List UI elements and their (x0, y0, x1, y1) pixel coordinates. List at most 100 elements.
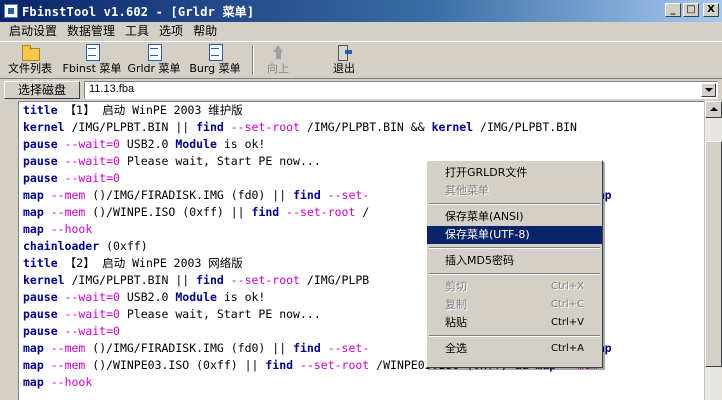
code-token: find (251, 205, 280, 219)
menu-options[interactable]: 选项 (154, 23, 188, 40)
menu-separator (429, 203, 600, 205)
code-token: WinPE 2003 (125, 256, 209, 270)
code-token: 维护版 (208, 103, 243, 117)
disk-value: 11.13.fba (89, 83, 135, 95)
code-token: --wait=0 (64, 290, 120, 304)
code-line[interactable]: title 【1】 启动 WinPE 2003 维护版 (19, 102, 704, 119)
code-token: kernel (23, 120, 65, 134)
code-token: /IMG/PLPBT.BIN || (64, 120, 197, 134)
code-line[interactable]: kernel /IMG/PLPBT.BIN || find --set-root… (19, 119, 704, 136)
context-menu-item: 其他菜单 (427, 182, 602, 200)
file-list-label: 文件列表 (8, 62, 52, 75)
fbinst-menu-button[interactable]: Fbinst 菜单 (60, 42, 124, 78)
select-disk-button[interactable]: 选择磁盘 (4, 81, 80, 99)
code-token: 【1】 启动 (64, 103, 126, 117)
code-token: map (23, 341, 44, 355)
code-token: USB2.0 (119, 290, 176, 304)
code-token: (0xff) (99, 239, 148, 253)
burg-menu-label: Burg 菜单 (189, 62, 241, 75)
context-menu-item[interactable]: 保存菜单(UTF-8) (427, 226, 602, 244)
close-button[interactable]: X (703, 3, 719, 17)
file-list-button[interactable]: 文件列表 (0, 42, 60, 78)
code-token: kernel (23, 273, 65, 287)
code-token: ()/IMG/FIRADISK.IMG (fd0) || (85, 341, 294, 355)
up-label: 向上 (267, 62, 289, 75)
code-token: kernel (431, 120, 474, 134)
title-bar[interactable]: FbinstTool v1.602 - [Grldr 菜单] _ □ X (0, 0, 722, 22)
code-token: --set-root (286, 205, 356, 219)
context-menu-item-label: 全选 (445, 342, 467, 355)
code-token: 网络版 (208, 256, 243, 270)
code-token: ()/IMG/FIRADISK.IMG (fd0) || (85, 188, 294, 202)
code-token: /IMG/PLPBT.BIN (473, 120, 577, 134)
code-token: --mem (50, 341, 86, 355)
maximize-button[interactable]: □ (683, 3, 699, 17)
code-token: pause (23, 324, 58, 338)
code-token: map (23, 188, 44, 202)
code-token: --wait=0 (64, 154, 120, 168)
document-icon (145, 44, 163, 61)
code-token: pause (23, 290, 58, 304)
chevron-down-icon[interactable] (701, 83, 716, 97)
minimize-button[interactable]: _ (665, 3, 681, 17)
exit-button[interactable]: 退出 (314, 42, 374, 78)
menu-data-management[interactable]: 数据管理 (62, 23, 120, 40)
code-line[interactable]: pause --wait=0 USB2.0 Module is ok! (19, 136, 704, 153)
code-token: --set-root (300, 358, 370, 372)
code-token: --set-root (230, 273, 300, 287)
code-token: Please wait, Start PE now... (119, 154, 321, 168)
context-menu-item[interactable]: 粘贴 Ctrl+V (427, 314, 602, 332)
code-line[interactable]: map --hook (19, 374, 704, 391)
code-token: --set- (327, 341, 370, 355)
code-token: --set- (327, 188, 370, 202)
code-token: is ok! (216, 290, 266, 304)
context-menu-item[interactable]: 插入MD5密码 (427, 252, 602, 270)
code-token: --mem (50, 188, 86, 202)
code-token: --mem (50, 358, 86, 372)
code-token: pause (23, 137, 58, 151)
context-menu-item: 复制 Ctrl+C (427, 296, 602, 314)
code-token: find (196, 273, 224, 287)
up-button[interactable]: 向上 (260, 42, 296, 78)
menu-tools[interactable]: 工具 (120, 23, 154, 40)
context-menu-shortcut: Ctrl+V (550, 317, 584, 328)
menu-boot-settings[interactable]: 启动设置 (4, 23, 62, 40)
grldr-menu-button[interactable]: Grldr 菜单 (124, 42, 184, 78)
context-menu-item[interactable]: 保存菜单(ANSI) (427, 208, 602, 226)
menu-separator (429, 247, 600, 249)
code-token: Please wait, Start PE now... (119, 307, 321, 321)
context-menu-item-label: 粘贴 (445, 316, 467, 329)
menu-bar: 启动设置 数据管理 工具 选项 帮助 (0, 22, 722, 41)
burg-menu-button[interactable]: Burg 菜单 (184, 42, 246, 78)
code-token: is ok! (216, 137, 266, 151)
code-token: pause (23, 171, 58, 185)
document-icon (83, 44, 101, 61)
context-menu-item[interactable]: 全选 Ctrl+A (427, 340, 602, 358)
code-token: map (23, 375, 44, 389)
menu-help[interactable]: 帮助 (188, 23, 222, 40)
toolbar: 文件列表 Fbinst 菜单 Grldr 菜单 Burg 菜单 向上 退出 (0, 41, 722, 79)
context-menu-item-label: 剪切 (445, 280, 467, 293)
scroll-up-arrow-icon[interactable] (705, 101, 722, 118)
up-arrow-icon (269, 44, 287, 60)
grldr-menu-label: Grldr 菜单 (127, 62, 181, 75)
context-menu-item[interactable]: 打开GRLDR文件 (427, 164, 602, 182)
code-token: /IMG/PLPBT.BIN || (64, 273, 197, 287)
vertical-scrollbar[interactable] (704, 101, 722, 400)
code-token: map (23, 205, 44, 219)
code-token: --set-root (230, 120, 300, 134)
scrollbar-thumb[interactable] (705, 141, 722, 367)
disk-combobox[interactable]: 11.13.fba (84, 81, 718, 99)
code-token: chainloader (23, 239, 100, 253)
